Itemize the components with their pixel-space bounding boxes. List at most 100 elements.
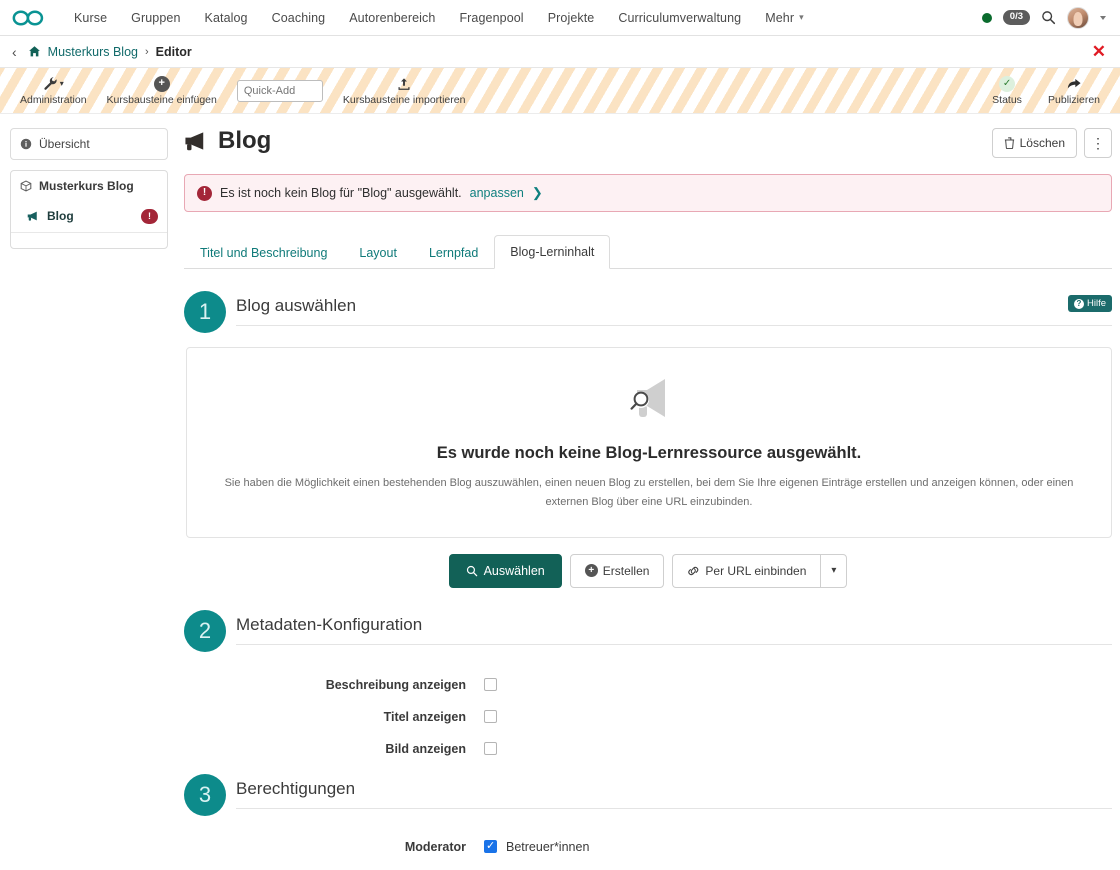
nav-item-projekte[interactable]: Projekte <box>536 7 607 29</box>
show-description-checkbox[interactable] <box>484 678 497 691</box>
nav-item-kurse[interactable]: Kurse <box>62 7 119 29</box>
top-navigation-actions: 0/3 <box>981 6 1106 29</box>
search-icon[interactable] <box>1041 10 1056 25</box>
sidebar-course-label: Musterkurs Blog <box>39 179 134 193</box>
top-navigation-bar: Kurse Gruppen Katalog Coaching Autorenbe… <box>0 0 1120 36</box>
create-blog-button[interactable]: + Erstellen <box>569 553 665 588</box>
nav-item-coaching[interactable]: Coaching <box>260 7 338 29</box>
section-header-step-3: 3 Berechtigungen <box>184 773 1112 818</box>
alert-adjust-link[interactable]: anpassen <box>470 186 524 200</box>
error-icon: ! <box>197 185 212 201</box>
help-button[interactable]: ? Hilfe <box>1067 295 1112 313</box>
tab-titel-und-beschreibung[interactable]: Titel und Beschreibung <box>184 236 343 269</box>
step-number-1: 1 <box>184 291 226 333</box>
home-icon[interactable] <box>28 45 41 58</box>
form-row-show-image: Bild anzeigen <box>184 742 1112 756</box>
more-vertical-icon: ⋮ <box>1091 135 1105 151</box>
sidebar-item-blog[interactable]: Blog ! <box>11 201 167 232</box>
metadata-form: Beschreibung anzeigen Titel anzeigen Bil… <box>184 678 1112 756</box>
page-body: Übersicht Musterkurs Blog Blog ! Blog Lö… <box>0 114 1120 870</box>
publish-arrow-icon <box>1066 75 1082 92</box>
nav-item-mehr-label: Mehr <box>765 10 795 25</box>
toolbar-status-label: Status <box>992 94 1022 106</box>
show-description-label: Beschreibung anzeigen <box>325 677 466 692</box>
chevron-down-icon: ▾ <box>799 12 804 22</box>
nav-item-curriculumverwaltung[interactable]: Curriculumverwaltung <box>606 7 753 29</box>
back-button[interactable]: ‹ <box>12 44 21 60</box>
form-row-show-title: Titel anzeigen <box>184 710 1112 724</box>
step-1-title: Blog auswählen <box>236 296 1112 326</box>
help-button-label: Hilfe <box>1086 298 1106 309</box>
empty-state-card: Es wurde noch keine Blog-Lernressource a… <box>186 347 1112 538</box>
megaphone-icon <box>184 130 209 152</box>
embed-url-button-label: Per URL einbinden <box>705 563 807 578</box>
more-options-button[interactable]: ⋮ <box>1084 128 1112 158</box>
sidebar-overview-label: Übersicht <box>39 137 90 151</box>
blog-source-buttons: Auswählen + Erstellen Per URL einbinden <box>184 553 1112 588</box>
chevron-right-icon[interactable]: ❯ <box>532 185 543 201</box>
link-icon <box>687 565 700 577</box>
tab-blog-lerninhalt[interactable]: Blog-Lerninhalt <box>494 235 611 269</box>
toolbar-insert-label: Kursbausteine einfügen <box>106 94 217 106</box>
toolbar-administration[interactable]: ▾ Administration <box>10 73 97 108</box>
show-image-label: Bild anzeigen <box>385 741 466 756</box>
info-icon <box>20 138 32 150</box>
moderator-betreuer-checkbox[interactable] <box>484 839 497 853</box>
select-blog-button-label: Auswählen <box>483 563 545 578</box>
step-number-2: 2 <box>184 609 226 652</box>
moderator-betreuer-label: Betreuer*innen <box>506 839 590 854</box>
status-badge: ! <box>141 209 158 224</box>
nav-item-gruppen[interactable]: Gruppen <box>119 7 192 29</box>
tab-lernpfad[interactable]: Lernpfad <box>413 236 494 269</box>
close-icon[interactable]: ✕ <box>1092 43 1108 60</box>
create-blog-button-label: Erstellen <box>602 563 650 578</box>
tab-layout[interactable]: Layout <box>343 236 413 269</box>
empty-state-description: Sie haben die Möglichkeit einen bestehen… <box>224 477 1074 509</box>
toolbar-status[interactable]: ✓ Status <box>976 73 1038 108</box>
toolbar-insert-course-elements[interactable]: + Kursbausteine einfügen <box>97 73 227 108</box>
empty-state-title: Es wurde noch keine Blog-Lernressource a… <box>436 444 862 462</box>
breadcrumb-separator: › <box>144 45 149 58</box>
toolbar-administration-label: Administration <box>20 94 87 106</box>
chevron-down-icon: ▾ <box>831 565 837 576</box>
check-circle-icon: ✓ <box>999 75 1016 92</box>
alert-text: Es ist noch kein Blog für "Blog" ausgewä… <box>220 186 462 200</box>
section-header-step-2: 2 Metadaten-Konfiguration <box>184 609 1112 654</box>
sidebar-item-overview[interactable]: Übersicht <box>11 129 167 159</box>
toolbar-import-label: Kursbausteine importieren <box>342 94 466 106</box>
step-number-3: 3 <box>184 773 226 816</box>
breadcrumb-current: Editor <box>155 44 192 59</box>
toolbar-publish[interactable]: Publizieren <box>1038 73 1110 108</box>
infinity-logo[interactable] <box>12 7 46 29</box>
breadcrumb-root[interactable]: Musterkurs Blog <box>48 45 138 59</box>
form-row-moderator: Moderator Betreuer*innen <box>184 839 1112 854</box>
nav-item-katalog[interactable]: Katalog <box>193 7 260 29</box>
toolbar-import-course-elements[interactable]: Kursbausteine importieren <box>333 73 476 108</box>
section-header-step-1: 1 Blog auswählen ? Hilfe <box>184 291 1112 335</box>
nav-item-autorenbereich[interactable]: Autorenbereich <box>337 7 447 29</box>
permissions-form: Moderator Betreuer*innen <box>184 839 1112 854</box>
wrench-icon: ▾ <box>43 75 64 92</box>
alert-no-blog-selected: ! Es ist noch kein Blog für "Blog" ausge… <box>184 174 1112 212</box>
sidebar-item-course-root[interactable]: Musterkurs Blog <box>11 171 167 201</box>
avatar[interactable] <box>1067 6 1089 29</box>
delete-button[interactable]: Löschen <box>991 128 1077 158</box>
nav-item-fragenpool[interactable]: Fragenpool <box>447 7 535 29</box>
sidebar-tree-card: Musterkurs Blog Blog ! <box>10 170 168 249</box>
embed-url-dropdown-toggle[interactable]: ▾ <box>820 553 848 588</box>
page-header: Blog Löschen ⋮ <box>184 127 1112 158</box>
chevron-down-icon[interactable] <box>1100 15 1106 20</box>
quick-add-input[interactable] <box>236 79 323 102</box>
upload-icon <box>397 75 411 92</box>
embed-url-button[interactable]: Per URL einbinden <box>672 553 821 588</box>
step-2-title: Metadaten-Konfiguration <box>236 615 1112 645</box>
search-icon <box>466 565 478 577</box>
task-count-badge[interactable]: 0/3 <box>1002 10 1030 25</box>
show-image-checkbox[interactable] <box>484 742 497 755</box>
select-blog-button[interactable]: Auswählen <box>448 553 562 588</box>
sidebar-empty-area <box>11 231 167 248</box>
nav-item-mehr[interactable]: Mehr ▾ <box>753 7 816 29</box>
online-status-indicator <box>981 12 992 23</box>
show-title-checkbox[interactable] <box>484 710 497 723</box>
question-icon: ? <box>1073 298 1084 309</box>
